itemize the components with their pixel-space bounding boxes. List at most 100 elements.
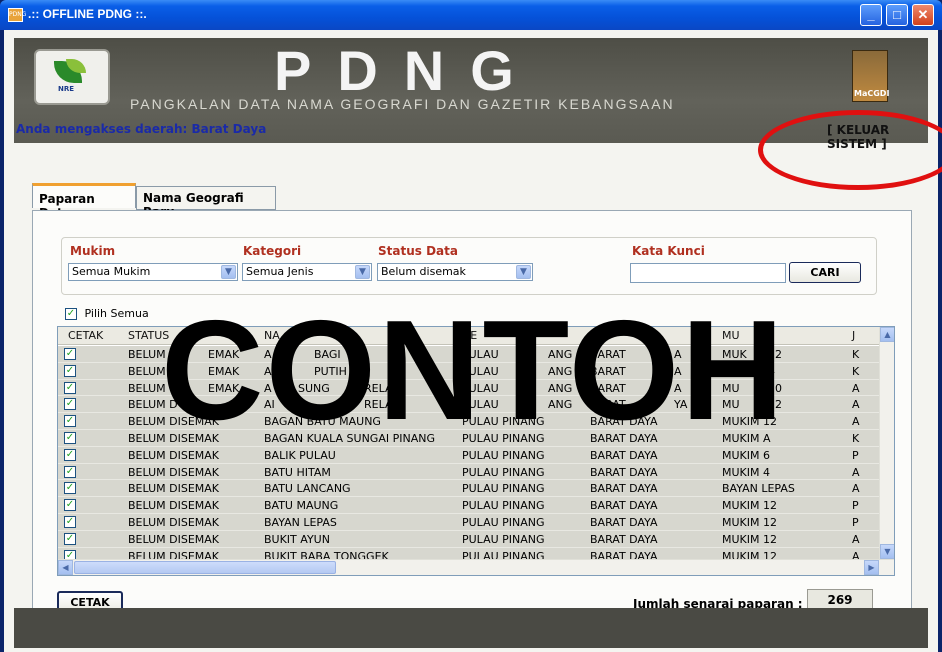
kategori-select-value: Semua Jenis <box>246 265 314 278</box>
cell-mukim: BAYAN LEPAS <box>722 482 795 496</box>
filter-panel: Mukim Semua Mukim ▼ Kategori Semua Jenis… <box>61 237 877 295</box>
cell-jenis: P <box>852 515 859 529</box>
cell-nama: BAGAN KUALA SUNGAI PINANG <box>264 431 435 445</box>
macgdi-logo: MaCGDI <box>852 50 889 102</box>
keyword-label: Kata Kunci <box>632 244 705 258</box>
cell-status: EMAK <box>208 381 240 395</box>
select-all-label: Pilih Semua <box>84 307 149 320</box>
table-row[interactable]: ✓ BELUM DISEMAK BATU LANCANG PULAU PINAN… <box>58 480 880 498</box>
table-row[interactable]: ✓ BELUM DISEMAK BAYAN LEPAS PULAU PINANG… <box>58 513 880 531</box>
table-row[interactable]: ✓ BELUM DISEMAK BAGAN BATU MAUNG PULAU P… <box>58 413 880 430</box>
select-all-row: ✓ Pilih Semua <box>65 307 149 320</box>
scroll-up-icon[interactable]: ▲ <box>880 327 894 342</box>
cell-nama: BAGAN BATU MAUNG <box>264 415 381 429</box>
table-row[interactable]: ✓ BELUM DISEMAK BUKIT AYUN PULAU PINANG … <box>58 530 880 548</box>
cell-status: BELUM DISEMAK <box>128 415 219 429</box>
cell-nama: BATU LANCANG <box>264 482 351 496</box>
cell-nama: BALIK PULAU <box>264 448 336 462</box>
window-title: .:: OFFLINE PDNG ::. <box>28 7 147 21</box>
status-data-select-value: Belum disemak <box>381 265 466 278</box>
horizontal-scroll-thumb[interactable] <box>74 561 336 574</box>
cell-daerah: BARAT DAYA <box>590 482 658 496</box>
cell-status: BELUM DISEMAK <box>128 482 219 496</box>
select-all-checkbox[interactable]: ✓ <box>65 308 77 320</box>
row-checkbox[interactable]: ✓ <box>64 499 76 512</box>
row-checkbox[interactable]: ✓ <box>64 448 76 461</box>
column-header-cetak[interactable]: CETAK <box>68 329 103 342</box>
horizontal-scrollbar[interactable]: ◀ ▶ <box>58 559 894 575</box>
maximize-button[interactable]: □ <box>886 4 908 26</box>
column-header-status[interactable]: STATUS <box>128 329 169 342</box>
cell-nama: SUNG <box>298 381 330 395</box>
cell-mukim: MUKIM A <box>722 431 771 445</box>
column-header-mukim[interactable]: MU <box>722 329 740 342</box>
cell-mukim: MUK <box>722 348 747 361</box>
main-frame: NRE PDNG PANGKALAN DATA NAMA GEOGRAFI DA… <box>4 30 942 652</box>
mukim-select[interactable]: Semua Mukim ▼ <box>68 263 238 281</box>
cell-negeri: PULAU PINANG <box>462 499 545 513</box>
table-row[interactable]: ✓ BELUM DISEMAK BATU HITAM PULAU PINANG … <box>58 463 880 481</box>
chevron-down-icon[interactable]: ▼ <box>516 265 531 279</box>
column-header-negeri[interactable]: NE <box>462 329 477 342</box>
scroll-down-icon[interactable]: ▼ <box>880 544 894 559</box>
table-row[interactable]: ✓ BELUM DISEMAK BATU MAUNG PULAU PINANG … <box>58 497 880 514</box>
kategori-select[interactable]: Semua Jenis ▼ <box>242 263 372 281</box>
kategori-label: Kategori <box>243 244 302 258</box>
row-checkbox[interactable]: ✓ <box>64 482 76 495</box>
row-checkbox[interactable]: ✓ <box>64 532 76 545</box>
minimize-button[interactable]: _ <box>860 4 882 26</box>
row-checkbox[interactable]: ✓ <box>64 348 76 360</box>
scroll-left-icon[interactable]: ◀ <box>58 560 73 575</box>
table-row[interactable]: ✓ BELUM EMAK A PUTIH PULAU ANG BARAT A M… <box>58 362 880 380</box>
banner-subtitle: PANGKALAN DATA NAMA GEOGRAFI DAN GAZETIR… <box>130 96 675 112</box>
mukim-select-value: Semua Mukim <box>72 265 151 278</box>
row-checkbox[interactable]: ✓ <box>64 364 76 377</box>
row-checkbox[interactable]: ✓ <box>64 465 76 478</box>
cell-status: BELUM DISEMAK <box>128 515 219 529</box>
title-bar[interactable]: PDNG .:: OFFLINE PDNG ::. _ □ ✕ <box>0 0 942 30</box>
cell-negeri: PULAU PINANG <box>462 482 545 496</box>
cell-daerah: BARAT DAYA <box>590 499 658 513</box>
table-row[interactable]: ✓ BELUM DISEMAK BALIK PULAU PULAU PINANG… <box>58 446 880 464</box>
cell-nama: RELA <box>364 381 393 395</box>
tab-paparan-data[interactable]: Paparan Data <box>32 183 136 220</box>
chevron-down-icon[interactable]: ▼ <box>355 265 370 279</box>
cell-mukim: MU <box>722 398 740 412</box>
row-checkbox[interactable]: ✓ <box>64 415 76 428</box>
cell-status: BELUM <box>128 348 166 361</box>
cell-daerah: YA <box>674 398 688 412</box>
status-data-select[interactable]: Belum disemak ▼ <box>377 263 533 281</box>
cell-daerah: BARAT <box>590 381 626 395</box>
scroll-right-icon[interactable]: ▶ <box>864 560 879 575</box>
column-header-jenis[interactable]: J <box>852 329 855 342</box>
table-row[interactable]: ✓ BELUM EMAK A BAGI PULAU ANG BARAT A MU… <box>58 346 880 363</box>
table-row[interactable]: ✓ BELUM DISEMAK BAGAN KUALA SUNGAI PINAN… <box>58 429 880 447</box>
row-checkbox[interactable]: ✓ <box>64 381 76 394</box>
row-checkbox[interactable]: ✓ <box>64 431 76 444</box>
cell-status: BELUM DISEMAK <box>128 499 219 513</box>
keyword-input[interactable] <box>630 263 786 283</box>
cell-status: BELUM <box>128 364 166 378</box>
cell-status: BELUM <box>128 381 166 395</box>
column-header-nama[interactable]: NA <box>264 329 280 342</box>
cell-status: BELUM DISEMAK <box>128 465 219 479</box>
close-button[interactable]: ✕ <box>912 4 934 26</box>
cell-jenis: A <box>852 415 860 429</box>
vertical-scrollbar[interactable]: ▲ ▼ <box>879 327 894 559</box>
cell-nama: BAYAN LEPAS <box>264 515 337 529</box>
cell-jenis: K <box>852 348 860 361</box>
application-window: PDNG .:: OFFLINE PDNG ::. _ □ ✕ NRE PDNG… <box>0 0 942 652</box>
logout-link[interactable]: [ KELUAR SISTEM ] <box>827 123 938 151</box>
nre-logo-text: NRE <box>58 85 75 93</box>
row-checkbox[interactable]: ✓ <box>64 398 76 411</box>
chevron-down-icon[interactable]: ▼ <box>221 265 236 279</box>
data-grid[interactable]: CETAK STATUS NA NE MU J ✓ BELUM EMAK A B… <box>57 326 895 576</box>
cell-daerah: BARAT DAYA <box>590 515 658 529</box>
cell-nama: BATU MAUNG <box>264 499 339 513</box>
cell-status: EMAK <box>208 348 240 361</box>
row-checkbox[interactable]: ✓ <box>64 515 76 528</box>
search-button[interactable]: CARI <box>789 262 861 283</box>
table-row[interactable]: ✓ BELUM D AI RELA PULAU ANG BARAT YA MU … <box>58 396 880 414</box>
tab-nama-geografi-baru[interactable]: Nama Geografi Baru <box>136 186 276 219</box>
table-row[interactable]: ✓ BELUM EMAK A SUNG RELA PULAU ANG BARAT… <box>58 379 880 397</box>
